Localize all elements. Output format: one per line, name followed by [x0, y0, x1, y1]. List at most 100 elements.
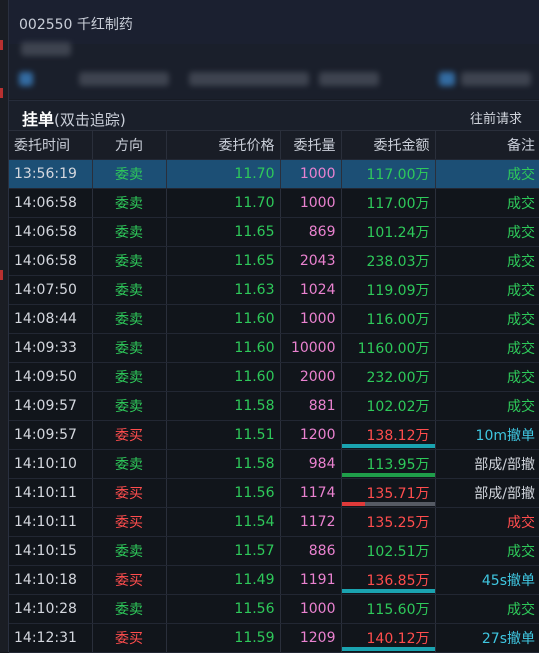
table-row[interactable]: 14:09:57 委买 11.51 1200 138.12万 10m撤单	[9, 420, 539, 450]
order-price: 11.58	[166, 391, 281, 421]
table-row[interactable]: 14:10:18 委买 11.49 1191 136.85万 45s撤单	[9, 565, 539, 595]
table-row[interactable]: 14:07:50 委卖 11.63 1024 119.09万 成交	[9, 275, 539, 305]
table-row[interactable]: 14:09:33 委卖 11.60 10000 1160.00万 成交	[9, 333, 539, 363]
order-remark: 部成/部撤	[435, 478, 539, 508]
table-row[interactable]: 14:06:58 委卖 11.65 869 101.24万 成交	[9, 217, 539, 247]
order-amount-text: 101.24万	[366, 225, 430, 241]
column-header-remark[interactable]: 备注	[435, 130, 539, 160]
order-amount-text: 135.71万	[366, 486, 430, 502]
amount-bar-fill	[341, 444, 435, 448]
order-window: 002550 千红制药 挂单(双击追踪) 往前请求 委托时间 方向 委托价格 委…	[8, 0, 539, 653]
order-remark: 成交	[435, 536, 539, 566]
order-price: 11.70	[166, 188, 281, 218]
table-row[interactable]: 14:12:31 委买 11.59 1209 140.12万 27s撤单	[9, 623, 539, 653]
order-direction-text: 委卖	[115, 370, 143, 386]
table-row[interactable]: 14:10:11 委买 11.54 1172 135.25万 成交	[9, 507, 539, 537]
order-direction-text: 委买	[115, 573, 143, 589]
table-row[interactable]: 14:09:50 委卖 11.60 2000 232.00万 成交	[9, 362, 539, 392]
order-amount-text: 138.12万	[366, 428, 430, 444]
amount-bar-fill	[341, 473, 435, 477]
blurred-item	[461, 72, 531, 86]
order-amount: 102.51万	[341, 536, 436, 566]
order-direction-text: 委卖	[115, 167, 143, 183]
order-amount-text: 119.09万	[366, 283, 430, 299]
title-bar[interactable]: 002550 千红制药	[9, 0, 539, 44]
order-volume-text: 1172	[299, 514, 336, 530]
order-time: 14:09:57	[9, 391, 93, 421]
order-remark: 成交	[435, 217, 539, 247]
order-remark: 成交	[435, 246, 539, 276]
order-time-text: 14:08:44	[14, 311, 77, 327]
column-header-direction[interactable]: 方向	[92, 130, 167, 160]
order-volume-text: 1000	[299, 166, 336, 182]
order-amount-text: 136.85万	[366, 573, 430, 589]
order-time-text: 14:10:18	[14, 572, 77, 588]
order-direction-text: 委卖	[115, 602, 143, 618]
order-amount: 116.00万	[341, 304, 436, 334]
order-volume-text: 1000	[299, 311, 336, 327]
order-remark-text: 成交	[507, 341, 535, 357]
order-time-text: 14:06:58	[14, 195, 77, 211]
panel-header: 挂单(双击追踪) 往前请求	[9, 100, 539, 131]
order-direction: 委卖	[92, 536, 167, 566]
order-time-text: 14:06:58	[14, 224, 77, 240]
column-header-amount[interactable]: 委托金额	[341, 130, 436, 160]
table-row[interactable]: 14:08:44 委卖 11.60 1000 116.00万 成交	[9, 304, 539, 334]
order-direction: 委卖	[92, 159, 167, 189]
order-price-text: 11.63	[234, 282, 275, 298]
order-remark: 部成/部撤	[435, 449, 539, 479]
order-direction-text: 委卖	[115, 283, 143, 299]
order-amount: 136.85万	[341, 565, 436, 595]
order-time: 14:06:58	[9, 217, 93, 247]
order-price: 11.60	[166, 333, 281, 363]
table-row[interactable]: 14:09:57 委卖 11.58 881 102.02万 成交	[9, 391, 539, 421]
order-remark-text: 成交	[507, 515, 535, 531]
order-price: 11.63	[166, 275, 281, 305]
order-amount-text: 116.00万	[366, 312, 430, 328]
amount-bar-fill	[341, 502, 365, 506]
request-earlier-button[interactable]: 往前请求	[470, 108, 522, 127]
order-price-text: 11.51	[234, 427, 275, 443]
column-header-time[interactable]: 委托时间	[9, 130, 93, 160]
table-row[interactable]: 14:06:58 委卖 11.65 2043 238.03万 成交	[9, 246, 539, 276]
table-row[interactable]: 14:10:11 委买 11.56 1174 135.71万 部成/部撤	[9, 478, 539, 508]
order-time: 14:12:31	[9, 623, 93, 653]
order-time-text: 14:09:57	[14, 427, 77, 443]
order-amount-text: 117.00万	[366, 196, 430, 212]
order-price-text: 11.54	[234, 514, 275, 530]
order-volume: 1000	[280, 304, 342, 334]
order-volume: 886	[280, 536, 342, 566]
table-row[interactable]: 14:10:28 委卖 11.56 1000 115.60万 成交	[9, 594, 539, 624]
column-header-volume[interactable]: 委托量	[280, 130, 342, 160]
order-price: 11.51	[166, 420, 281, 450]
order-direction-text: 委卖	[115, 225, 143, 241]
order-direction-text: 委买	[115, 515, 143, 531]
order-direction-text: 委卖	[115, 254, 143, 270]
order-direction-text: 委卖	[115, 457, 143, 473]
order-amount: 232.00万	[341, 362, 436, 392]
order-amount: 117.00万	[341, 159, 436, 189]
table-row[interactable]: 14:06:58 委卖 11.70 1000 117.00万 成交	[9, 188, 539, 218]
order-remark-text: 成交	[507, 602, 535, 618]
table-row[interactable]: 13:56:19 委卖 11.70 1000 117.00万 成交	[9, 159, 539, 189]
order-price-text: 11.60	[234, 340, 275, 356]
order-direction: 委卖	[92, 594, 167, 624]
order-volume-text: 2043	[299, 253, 336, 269]
table-row[interactable]: 14:10:15 委卖 11.57 886 102.51万 成交	[9, 536, 539, 566]
table-row[interactable]: 14:10:10 委卖 11.58 984 113.95万 部成/部撤	[9, 449, 539, 479]
order-price: 11.60	[166, 362, 281, 392]
table-header-row: 委托时间 方向 委托价格 委托量 委托金额 备注	[9, 130, 539, 160]
order-remark-text: 成交	[507, 167, 535, 183]
order-remark: 成交	[435, 304, 539, 334]
order-time: 14:09:50	[9, 362, 93, 392]
order-amount: 117.00万	[341, 188, 436, 218]
order-direction: 委买	[92, 478, 167, 508]
order-remark-text: 成交	[507, 544, 535, 560]
column-header-price[interactable]: 委托价格	[166, 130, 281, 160]
order-volume-text: 881	[308, 398, 336, 414]
order-volume-text: 1200	[299, 427, 336, 443]
order-remark-text: 成交	[507, 370, 535, 386]
order-amount: 135.71万	[341, 478, 436, 508]
order-remark-text: 45s撤单	[481, 573, 535, 589]
order-volume-text: 10000	[290, 340, 336, 356]
